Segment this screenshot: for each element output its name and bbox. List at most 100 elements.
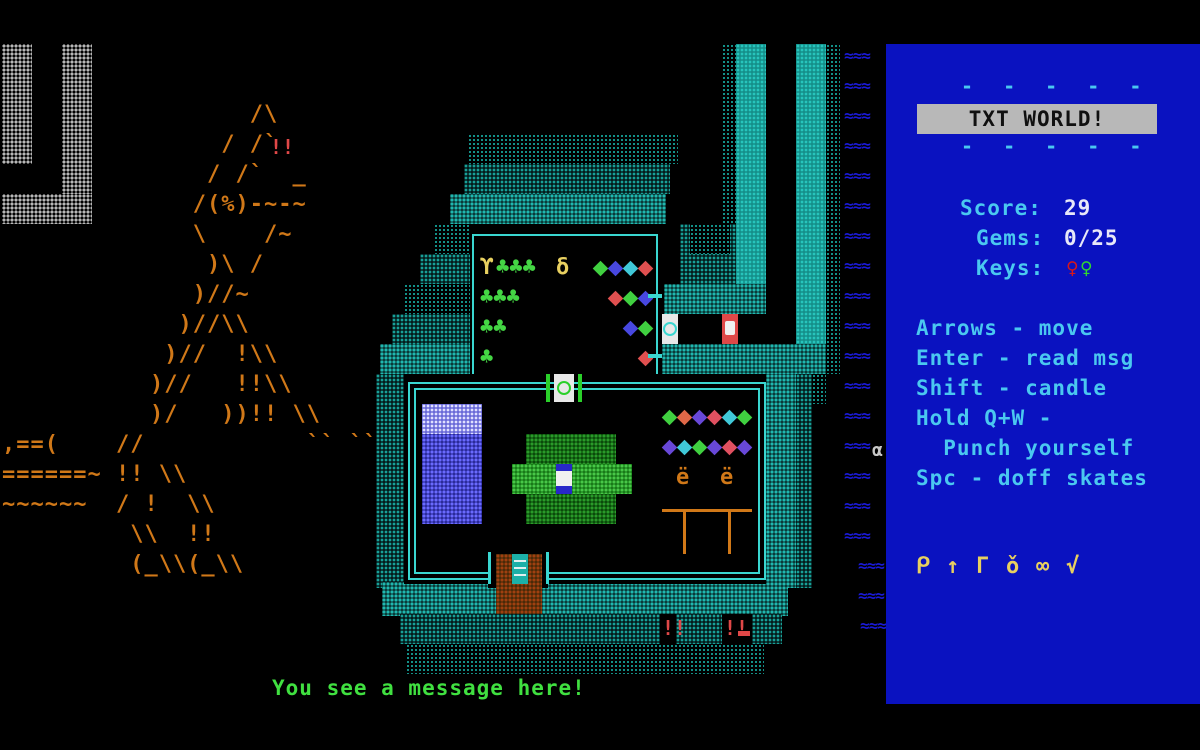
door-ring-icon [557,381,571,395]
ascii-tower: /\ / /` / /` _ /(%)-~-~ \ /~ )\ / )//~ )… [150,102,378,457]
top-room-door-frame [546,374,550,402]
control-hint: Enter - read msg [916,346,1135,370]
water-tile: ≈≈≈ [844,166,871,185]
tree-row-1: ϒ [480,255,494,280]
water-tile: ≈≈≈ [844,406,871,425]
table-leg [683,509,686,554]
door-ring-icon [663,322,677,336]
terrain-upper2 [450,194,666,224]
inventory-item-gamma-icon[interactable]: Γ [976,554,989,579]
rug-center [512,464,632,494]
chair-left: ë [676,465,690,490]
npc-face [725,321,735,335]
water-tile: ≈≈≈ [844,196,871,215]
water-tile: ≈≈≈ [860,616,887,635]
alpha-item[interactable]: α [872,440,883,461]
tree-icon: ♣♣ [480,315,507,340]
banner-dashes-bottom: - - - - - [961,134,1151,158]
control-hint: Hold Q+W - [916,406,1053,430]
right-column-edge [812,374,826,404]
terrain-upper [464,164,670,194]
door-side-rail [648,354,662,358]
control-hint: Arrows - move [916,316,1094,340]
stone-wall-base [2,194,92,224]
water-tile: ≈≈≈ [844,256,871,275]
water-tile: ≈≈≈ [844,76,871,95]
message-marker-tower[interactable]: !! [270,135,294,159]
water-tile: ≈≈≈ [858,586,885,605]
score-label: Score: [960,196,1042,220]
top-room-door-frame [578,374,582,402]
water-tile: ≈≈≈ [844,46,871,65]
bed [422,434,482,524]
table-leg [728,509,731,554]
control-hint: Punch yourself [916,436,1135,460]
gems-label: Gems: [976,226,1045,250]
inventory-item-candle-icon[interactable]: ǒ [1006,554,1019,579]
score-value: 29 [1064,196,1092,220]
message-marker-skate[interactable]: !! [724,616,748,640]
corridor-a-edge [722,44,736,224]
corridor-b-edge [826,44,840,374]
keys-label: Keys: [976,256,1045,280]
ascii-tower-base: ,==( // ======~ !! \\ ~~~~~~ / ! \\ \\ !… [2,432,245,577]
message-marker[interactable]: !! [662,616,686,640]
ladder-rung [514,560,526,562]
terrain-bottom1 [382,582,788,616]
delta-item[interactable]: δ [556,256,569,280]
door-hallway-cyan[interactable] [662,314,678,344]
green-key-icon: ♀ [1080,256,1094,280]
player-hat [556,464,572,471]
control-hint: Spc - doff skates [916,466,1148,490]
right-column-outer [796,374,812,588]
water-tile: ≈≈≈ [844,466,871,485]
stair-rail [546,552,549,584]
tree-icon: ♣ [480,345,494,370]
water-tile: ≈≈≈ [844,346,871,365]
ladder-rung [514,574,526,576]
terrain-outer [468,134,678,164]
ladder-icon[interactable] [512,554,528,584]
corridor-connector [662,344,826,374]
terrain-bottom3 [406,644,764,674]
banner-dashes-top: - - - - - [961,74,1151,98]
water-tile: ≈≈≈ [844,226,871,245]
game-title-banner: TXT WORLD! [917,104,1157,134]
water-tile: ≈≈≈ [844,106,871,125]
tree-icon: ♣♣♣ [480,285,520,310]
water-tile: ≈≈≈ [844,376,871,395]
stone-wall-left-pillar [2,44,32,164]
water-tile: ≈≈≈ [844,286,871,305]
red-key-icon: ♀ [1066,256,1080,280]
bed-pillow [422,404,482,434]
stair-rail [488,552,491,584]
skate-icon[interactable] [738,631,750,636]
tree-icon: ♣♣♣ [496,255,536,280]
water-tile: ≈≈≈ [844,316,871,335]
status-message: You see a message here! [272,676,586,700]
water-tile: ≈≈≈ [844,526,871,545]
chair-right: ë [720,465,734,490]
player-body [556,486,572,494]
water-tile: ≈≈≈ [844,136,871,155]
water-tile: ≈≈≈ [858,556,885,575]
corridor-a-bend [664,284,766,314]
corridor-a-shadow [690,224,730,254]
inventory-item-check-icon[interactable]: √ [1066,554,1079,579]
door-top-room-green[interactable] [554,374,574,402]
ladder-rung [514,567,526,569]
inventory-item-note-icon[interactable]: ᑭ [916,554,930,579]
water-tile: ≈≈≈ [844,496,871,515]
gems-value: 0/25 [1064,226,1119,250]
npc-red-face[interactable] [722,314,738,344]
inventory-item-arrow-icon[interactable]: ↑ [946,554,959,579]
control-hint: Shift - candle [916,376,1108,400]
table-top [662,509,752,512]
corridor-b [796,44,826,344]
water-tile: ≈≈≈ [844,436,871,455]
inventory-item-infinity-icon[interactable]: ∞ [1036,554,1049,579]
door-side-rail [648,294,662,298]
player-character[interactable] [556,464,572,494]
corridor-a [736,44,766,314]
sidebar-panel: - - - - - TXT WORLD! - - - - - Score: 29… [886,44,1200,704]
